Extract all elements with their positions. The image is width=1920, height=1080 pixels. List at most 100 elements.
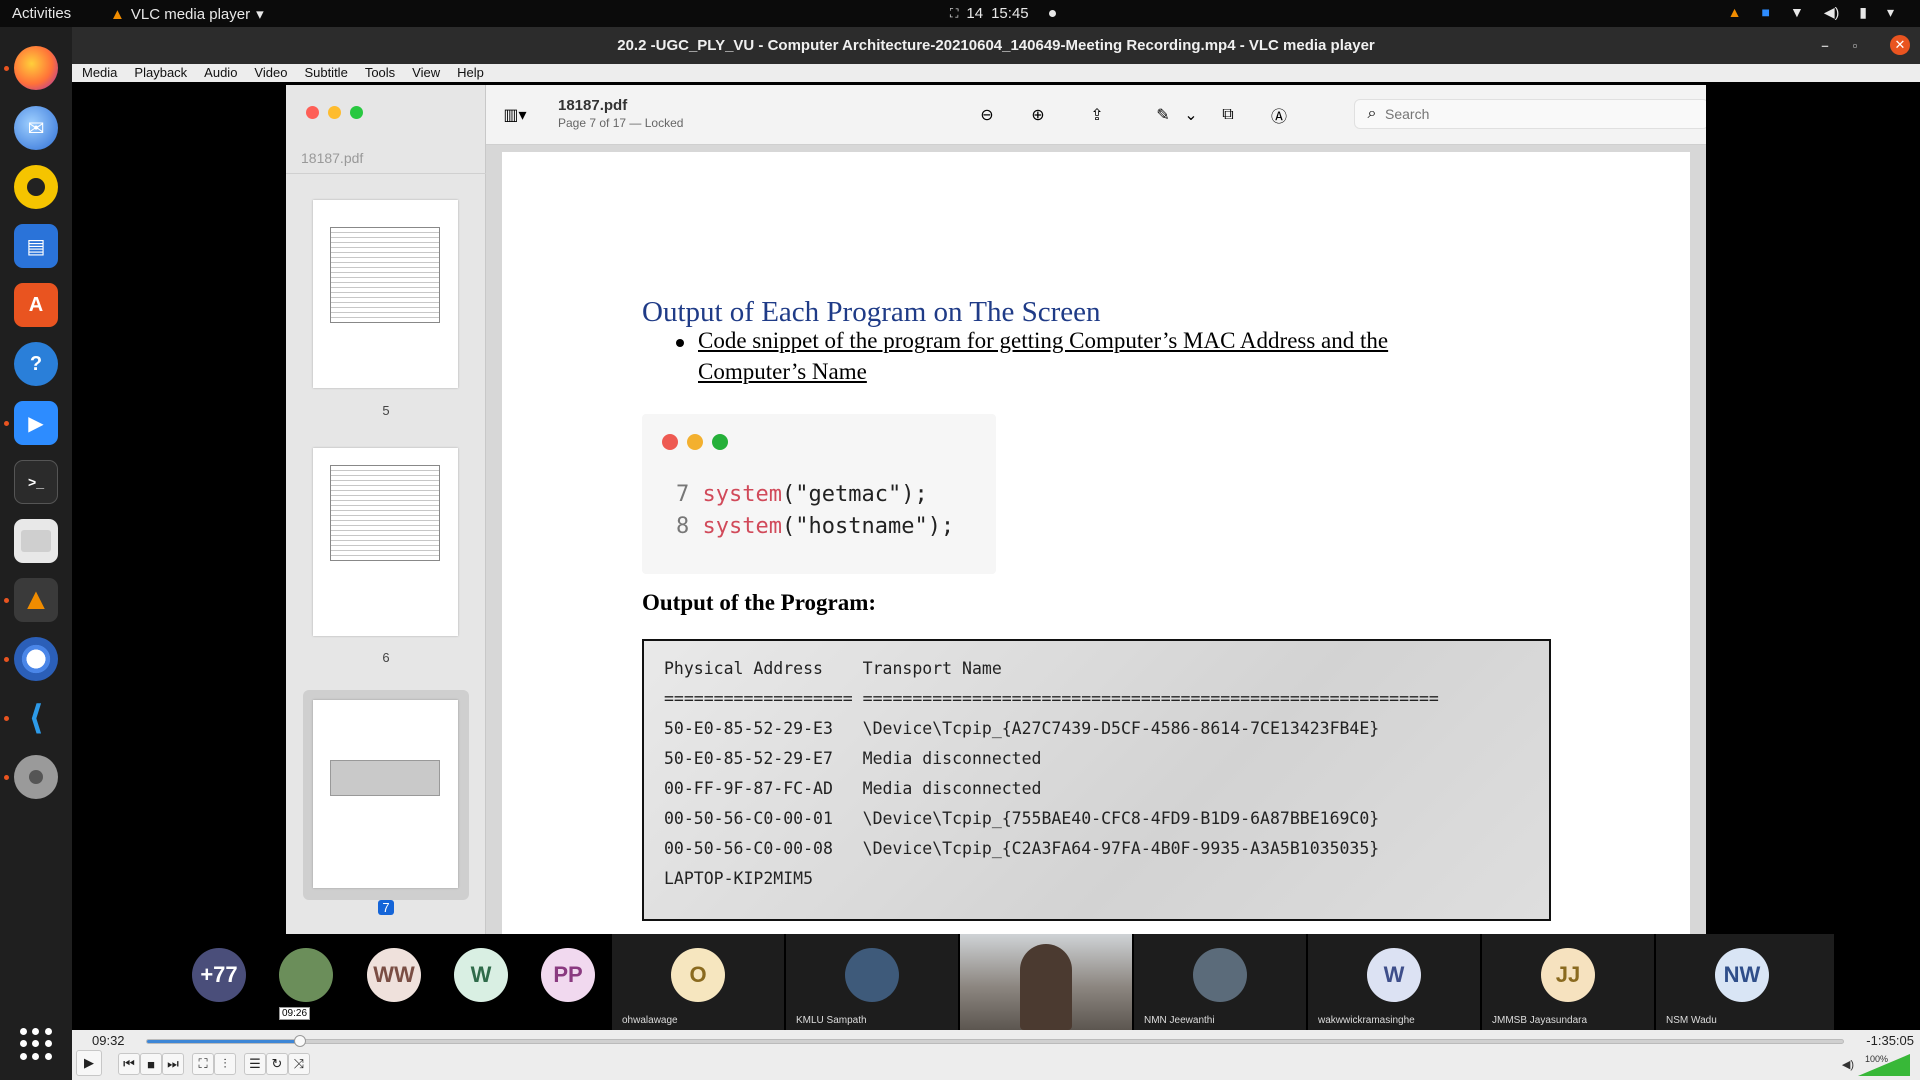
page-thumbnail[interactable]: [313, 448, 458, 636]
participant-avatar[interactable]: W: [454, 948, 508, 1002]
program-output: Physical Address Transport Name ========…: [642, 639, 1551, 921]
search-field[interactable]: ⌕: [1354, 99, 1706, 129]
battery-icon[interactable]: ▮: [1859, 4, 1867, 21]
participant-tile[interactable]: NMN Jeewanthi: [1134, 934, 1306, 1030]
chromium-icon[interactable]: [14, 637, 58, 681]
output-line: Physical Address Transport Name: [664, 659, 1002, 678]
share-icon[interactable]: ⇪: [1086, 104, 1108, 126]
video-area[interactable]: 18187.pdf 5 6 7 ▥▾ 18187.pdf Page 7 of 1…: [72, 82, 1920, 1030]
clock-date: 14: [966, 5, 984, 22]
participant-avatar: [845, 948, 899, 1002]
output-line: 50-E0-85-52-29-E3 \Device\Tcpip_{A27C743…: [664, 719, 1380, 738]
system-tray[interactable]: ▲ ■ ▼ ◀) ▮ ▾: [1728, 4, 1894, 21]
files-icon[interactable]: [14, 519, 58, 563]
app-menu[interactable]: ▲ VLC media player ▾: [110, 5, 264, 24]
menu-help[interactable]: Help: [447, 64, 491, 82]
participant-name: ohwalawage: [622, 1015, 678, 1026]
zoom-dot-icon: [350, 106, 363, 119]
remaining-time[interactable]: -1:35:05: [1866, 1033, 1914, 1048]
participant-tile[interactable]: O ohwalawage: [612, 934, 784, 1030]
loop-button[interactable]: ↻: [266, 1053, 288, 1075]
menu-tools[interactable]: Tools: [355, 64, 402, 82]
red-dot-icon: [662, 434, 678, 450]
speaker-icon[interactable]: ◀): [1842, 1058, 1854, 1071]
participant-name: NMN Jeewanthi: [1144, 1015, 1215, 1026]
volume-icon[interactable]: ◀): [1824, 4, 1839, 21]
page-thumbnail[interactable]: [313, 200, 458, 388]
vlc-tray-icon[interactable]: ▲: [1728, 4, 1742, 21]
bullet-icon: [676, 339, 684, 347]
help-icon[interactable]: ?: [14, 342, 58, 386]
pdf-page[interactable]: Output of Each Program on The Screen Cod…: [502, 152, 1690, 935]
participant-avatar: W: [1367, 948, 1421, 1002]
shuffle-button[interactable]: ⤨: [288, 1053, 310, 1075]
running-indicator: [4, 66, 9, 71]
clock[interactable]: ⛶ 14 15:45: [950, 5, 1056, 22]
elapsed-time[interactable]: 09:32: [92, 1033, 125, 1048]
participant-tile[interactable]: JJ JMMSB Jayasundara: [1482, 934, 1654, 1030]
play-button[interactable]: ▶: [76, 1050, 102, 1076]
chevron-down-icon: ▾: [256, 6, 264, 23]
more-participants-avatar[interactable]: +77: [192, 948, 246, 1002]
pdf-toolbar: ▥▾ 18187.pdf Page 7 of 17 — Locked ⊖ ⊕ ⇪…: [486, 85, 1706, 145]
search-input[interactable]: [1385, 106, 1685, 122]
app-menu-label: VLC media player: [130, 5, 251, 23]
wifi-icon[interactable]: ▼: [1790, 4, 1804, 21]
minimize-icon[interactable]: –: [1816, 36, 1834, 54]
participant-avatar[interactable]: [279, 948, 333, 1002]
disc-icon[interactable]: [14, 755, 58, 799]
markup-pen-icon[interactable]: ✎: [1152, 104, 1174, 126]
hover-time-label: 09:26: [279, 1007, 311, 1020]
zoom-icon[interactable]: ▶: [14, 401, 58, 445]
rotate-icon[interactable]: ⧉: [1217, 104, 1239, 126]
sidebar-toggle-icon[interactable]: ▥▾: [503, 104, 526, 126]
maximize-icon[interactable]: ▫: [1846, 36, 1864, 54]
participant-tile[interactable]: KMLU Sampath: [786, 934, 958, 1030]
participant-avatar[interactable]: PP: [541, 948, 595, 1002]
rhythmbox-icon[interactable]: [14, 165, 58, 209]
vlc-icon[interactable]: ▲: [14, 578, 58, 622]
zoom-out-icon[interactable]: ⊖: [976, 104, 998, 126]
writer-icon[interactable]: ▤: [14, 224, 58, 268]
participant-tile[interactable]: W wakwwickramasinghe: [1308, 934, 1480, 1030]
thumbnail-content: [330, 465, 440, 561]
menu-playback[interactable]: Playback: [124, 64, 194, 82]
participant-tile[interactable]: NW NSM Wadu: [1656, 934, 1834, 1030]
menu-subtitle[interactable]: Subtitle: [294, 64, 354, 82]
speaker-video-tile[interactable]: [960, 934, 1132, 1030]
previous-button[interactable]: ⏮: [118, 1053, 140, 1075]
code-line-number: 7: [676, 482, 690, 507]
output-line: 00-50-56-C0-00-08 \Device\Tcpip_{C2A3FA6…: [664, 839, 1380, 858]
menu-view[interactable]: View: [402, 64, 447, 82]
chevron-down-icon[interactable]: ⌄: [1180, 104, 1202, 126]
terminal-icon[interactable]: >_: [14, 460, 58, 504]
zoom-tray-icon[interactable]: ■: [1761, 4, 1769, 21]
menu-audio[interactable]: Audio: [194, 64, 244, 82]
fullscreen-button[interactable]: ⛶: [192, 1053, 214, 1075]
close-icon[interactable]: ✕: [1890, 35, 1910, 55]
window-title-bar[interactable]: 20.2 -UGC_PLY_VU - Computer Architecture…: [72, 27, 1920, 64]
participant-name: wakwwickramasinghe: [1318, 1015, 1415, 1026]
show-applications-icon[interactable]: [20, 1028, 52, 1060]
seek-handle[interactable]: [293, 1035, 306, 1047]
menu-media[interactable]: Media: [72, 64, 124, 82]
vscode-icon[interactable]: ⟨: [14, 696, 58, 740]
playlist-button[interactable]: ☰: [244, 1053, 266, 1075]
chevron-down-icon[interactable]: ▾: [1887, 4, 1894, 21]
activities-button[interactable]: Activities: [12, 5, 71, 22]
menu-video[interactable]: Video: [244, 64, 294, 82]
stop-button[interactable]: ■: [140, 1053, 162, 1075]
firefox-icon[interactable]: [14, 46, 58, 90]
software-icon[interactable]: A: [14, 283, 58, 327]
extended-settings-button[interactable]: ⫶: [214, 1053, 236, 1075]
next-button[interactable]: ⏭: [162, 1053, 184, 1075]
thunderbird-icon[interactable]: ✉: [14, 106, 58, 150]
player-controls: 09:32 -1:35:05 ▶ ⏮ ■ ⏭ ⛶ ⫶ ☰ ↻ ⤨ ◀) 100%: [72, 1030, 1920, 1080]
page-thumbnail-selected[interactable]: [313, 700, 458, 888]
zoom-in-icon[interactable]: ⊕: [1027, 104, 1049, 126]
seek-bar[interactable]: [146, 1035, 1844, 1047]
annotate-icon[interactable]: Ⓐ: [1268, 104, 1290, 126]
participant-avatar[interactable]: WW: [367, 948, 421, 1002]
volume-slider[interactable]: [1858, 1052, 1910, 1076]
participant-name: KMLU Sampath: [796, 1015, 867, 1026]
